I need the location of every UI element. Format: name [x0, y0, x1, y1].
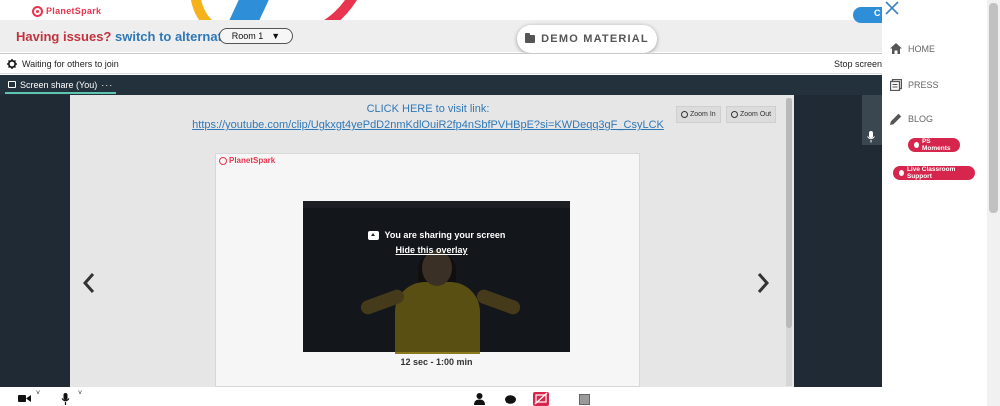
room-select-value: Room 1 [231, 31, 264, 41]
slide-logo: PlanetSpark [219, 156, 275, 165]
top-header [0, 0, 1000, 20]
more-options-icon[interactable]: ··· [101, 80, 113, 90]
ps-moments-label: PS Moments [921, 138, 951, 152]
slide-logo-text: PlanetSpark [229, 156, 276, 165]
info-icon [914, 142, 919, 148]
chevron-right-icon[interactable] [757, 272, 769, 294]
chat-tab-letter: C [874, 8, 881, 18]
gear-icon[interactable] [7, 59, 17, 69]
monitor-icon [8, 81, 16, 88]
video-options-caret[interactable]: ˅ [36, 390, 40, 397]
side-nav [882, 0, 1000, 406]
page: PlanetSpark Having issues? switch to alt… [0, 0, 1000, 406]
waiting-status: Waiting for others to join [22, 59, 119, 69]
zoom-in-button[interactable]: Zoom In [676, 106, 721, 123]
chat-icon[interactable] [505, 395, 516, 405]
room-select[interactable]: Room 1 ▼ [219, 28, 293, 44]
video-camera-icon[interactable] [18, 394, 31, 403]
chevron-left-icon[interactable] [83, 272, 95, 294]
nav-item-press[interactable]: PRESS [890, 79, 939, 91]
ps-moments-button[interactable]: PS Moments [908, 138, 960, 152]
home-icon [890, 43, 902, 54]
side-nav-scrollbar-thumb[interactable] [989, 3, 998, 213]
stop-screen-button[interactable]: Stop screen [834, 59, 882, 69]
mic-small-icon [867, 131, 875, 143]
screen-share-glyph-icon [534, 392, 548, 405]
hide-overlay-link[interactable]: Hide this overlay [303, 245, 560, 255]
zoom-out-label: Zoom Out [740, 111, 772, 118]
status-bar [0, 54, 882, 74]
info-icon [899, 170, 904, 176]
caret-down-icon: ▼ [271, 31, 281, 41]
nav-item-label: HOME [908, 43, 935, 54]
planetspark-logo[interactable]: PlanetSpark [32, 4, 101, 18]
tab-screen-share[interactable]: Screen share (You) ··· [5, 77, 117, 94]
mic-options-caret[interactable]: ˅ [78, 390, 82, 397]
sharing-message-text: You are sharing your screen [384, 230, 506, 240]
logo-text: PlanetSpark [46, 6, 102, 16]
zoom-in-icon [681, 111, 688, 118]
slide-logo-mark-icon [219, 156, 227, 165]
share-screen-icon [367, 230, 379, 240]
zoom-in-label: Zoom In [690, 111, 716, 118]
demo-material-button[interactable]: DEMO MATERIAL [517, 25, 657, 53]
live-support-label: Live Classroom Support [906, 166, 956, 180]
participants-icon[interactable] [474, 393, 485, 405]
share-tab-bar [0, 75, 882, 95]
video-timer: 12 sec - 1:00 min [400, 357, 473, 367]
demo-material-label: DEMO MATERIAL [541, 33, 649, 45]
zoom-out-button[interactable]: Zoom Out [726, 106, 777, 123]
sharing-message: You are sharing your screen [303, 230, 570, 240]
issue-question: Having issues? [16, 29, 112, 44]
tab-label: Screen share (You) [20, 79, 98, 90]
shared-scrollbar-thumb[interactable] [786, 98, 792, 328]
press-icon [890, 79, 902, 91]
nav-item-label: BLOG [908, 114, 934, 124]
live-support-button[interactable]: Live Classroom Support [893, 166, 975, 180]
screen-share-toggle-icon[interactable] [533, 392, 549, 406]
nav-item-blog[interactable]: BLOG [890, 113, 933, 125]
nav-item-home[interactable]: HOME [890, 43, 935, 54]
whiteboard-icon[interactable] [579, 394, 590, 405]
sharing-overlay [303, 201, 570, 352]
nav-item-label: PRESS [908, 80, 939, 90]
zoom-out-icon [731, 111, 738, 118]
logo-mark-icon [32, 5, 43, 17]
microphone-icon[interactable] [61, 393, 70, 405]
meeting-toolbar [0, 387, 882, 406]
folder-icon [525, 33, 536, 43]
close-icon[interactable] [884, 0, 900, 16]
pencil-icon [890, 113, 902, 125]
